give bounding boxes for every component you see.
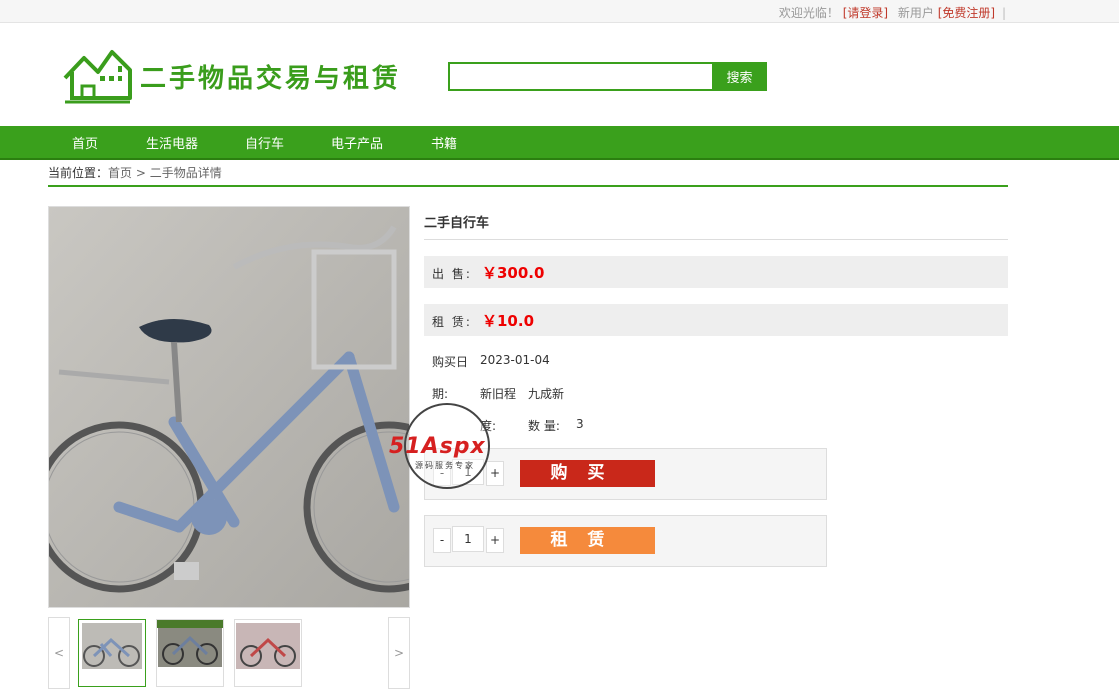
- sale-price-bar: 出 售: ￥300.0: [424, 256, 1008, 288]
- rent-price-bar: 租 赁: ￥10.0: [424, 304, 1008, 336]
- bicycle-thumbnail: [157, 620, 223, 667]
- quantity-label: 数 量:: [528, 419, 560, 433]
- sale-label: 出 售:: [432, 267, 472, 281]
- rent-box: - 1 + 租赁: [424, 515, 827, 567]
- thumb-next-button[interactable]: >: [388, 617, 410, 689]
- rent-label: 租 赁:: [432, 315, 472, 329]
- purchase-date-value: 2023-01-04: [480, 353, 550, 367]
- bicycle-thumbnail: [82, 623, 142, 669]
- rent-qty-input[interactable]: 1: [452, 526, 484, 552]
- nav-item-appliances[interactable]: 生活电器: [146, 133, 198, 152]
- rent-button[interactable]: 租赁: [520, 527, 655, 554]
- main-nav: 首页 生活电器 自行车 电子产品 书籍: [0, 126, 1119, 160]
- search-input[interactable]: [448, 62, 718, 91]
- search-button[interactable]: 搜索: [712, 62, 767, 91]
- nav-item-home[interactable]: 首页: [72, 133, 98, 152]
- quantity-value: 3: [576, 417, 584, 431]
- breadcrumb-home-link[interactable]: 首页: [108, 166, 132, 180]
- search-form: 搜索: [448, 62, 767, 91]
- product-main-image: [48, 206, 410, 608]
- thumbnail-3[interactable]: [234, 619, 302, 687]
- welcome-text: 欢迎光临！: [778, 6, 839, 20]
- watermark-subtitle: 源码服务专家: [415, 461, 475, 470]
- breadcrumb-separator: >: [135, 166, 146, 180]
- bicycle-photo: [49, 207, 409, 607]
- thumbnail-2[interactable]: [156, 619, 224, 687]
- rent-qty-minus[interactable]: -: [433, 528, 451, 553]
- new-user-text: 新用户: [897, 6, 934, 20]
- watermark-brand: 51Aspx: [389, 434, 486, 459]
- nav-item-books[interactable]: 书籍: [431, 133, 457, 152]
- breadcrumb: 当前位置：首页 > 二手物品详情: [48, 164, 1008, 187]
- nav-item-electronics[interactable]: 电子产品: [331, 133, 383, 152]
- purchase-date-label: 购买日: [432, 355, 469, 369]
- condition-value: 九成新: [528, 387, 565, 401]
- top-separator: |: [1001, 6, 1006, 20]
- rent-price: ￥10.0: [482, 312, 535, 330]
- breadcrumb-prefix: 当前位置：: [48, 166, 109, 180]
- house-logo-icon: [63, 50, 132, 104]
- sale-price: ￥300.0: [482, 264, 545, 282]
- rent-qty-plus[interactable]: +: [486, 528, 504, 553]
- thumbnail-strip: < >: [48, 617, 410, 689]
- thumb-prev-button[interactable]: <: [48, 617, 70, 689]
- product-title: 二手自行车: [424, 212, 1008, 240]
- watermark-logo: 51Aspx 源码服务专家: [385, 400, 515, 495]
- bicycle-thumbnail: [236, 623, 300, 669]
- top-links: 欢迎光临！ [请登录] 新用户 [免费注册] |: [779, 4, 1009, 21]
- top-bar: 欢迎光临！ [请登录] 新用户 [免费注册] |: [0, 0, 1119, 23]
- thumbnail-1[interactable]: [78, 619, 146, 687]
- login-link[interactable]: [请登录]: [843, 6, 888, 20]
- register-link[interactable]: [免费注册]: [938, 6, 995, 20]
- buy-button[interactable]: 购买: [520, 460, 655, 487]
- site-logo[interactable]: 二手物品交易与租赁: [62, 48, 412, 106]
- site-title: 二手物品交易与租赁: [140, 64, 402, 94]
- nav-item-bicycles[interactable]: 自行车: [245, 133, 284, 152]
- breadcrumb-current: 二手物品详情: [149, 166, 222, 180]
